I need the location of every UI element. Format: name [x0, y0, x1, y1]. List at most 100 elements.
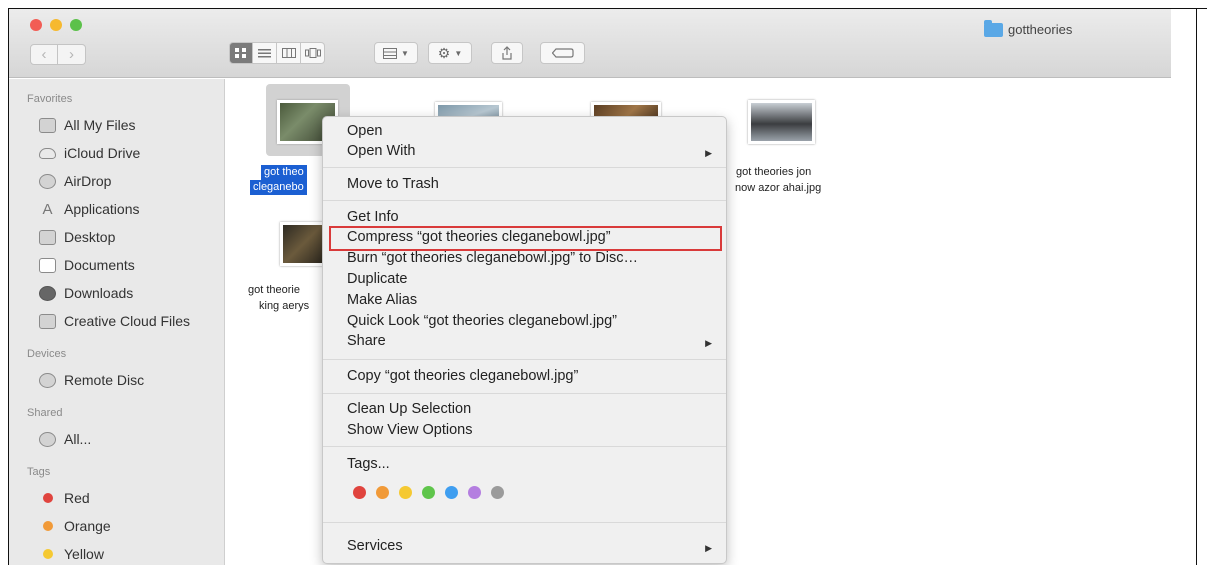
- menu-item-quick-look[interactable]: Quick Look “got theories cleganebowl.jpg…: [347, 313, 617, 329]
- airdrop-icon: [39, 173, 56, 189]
- list-view-button[interactable]: [253, 42, 277, 64]
- window-title-text: gottheories: [1008, 22, 1073, 37]
- column-view-button[interactable]: [277, 42, 301, 64]
- sidebar-item-creative-cloud-files[interactable]: Creative Cloud Files: [39, 310, 190, 332]
- share-button[interactable]: [491, 42, 523, 64]
- tag-color-row: [353, 486, 504, 499]
- sidebar-item-tag-red[interactable]: Red: [39, 487, 90, 509]
- menu-separator: [323, 167, 726, 168]
- sidebar-item-label: Desktop: [64, 229, 116, 245]
- folder-icon: [39, 313, 56, 329]
- arrange-icon: [383, 47, 398, 59]
- sidebar-item-label: All...: [64, 431, 92, 447]
- minimize-window-button[interactable]: [50, 19, 62, 31]
- disc-icon: [39, 372, 56, 388]
- action-button[interactable]: ⚙ ▼: [428, 42, 472, 64]
- submenu-arrow-icon: ▶: [705, 338, 712, 348]
- menu-item-share[interactable]: Share: [347, 333, 386, 349]
- sidebar-item-tag-yellow[interactable]: Yellow: [39, 543, 104, 565]
- menu-item-compress[interactable]: Compress “got theories cleganebowl.jpg”: [347, 229, 611, 245]
- sidebar-item-airdrop[interactable]: AirDrop: [39, 170, 111, 192]
- file-name[interactable]: got theories jon: [736, 165, 811, 180]
- sidebar-item-label: Yellow: [64, 546, 104, 562]
- menu-item-move-to-trash[interactable]: Move to Trash: [347, 176, 439, 192]
- chevron-down-icon: ▼: [454, 48, 463, 58]
- file-name-selected[interactable]: got theo: [261, 165, 307, 180]
- menu-item-open-with[interactable]: Open With: [347, 143, 707, 159]
- file-name[interactable]: got theorie: [248, 283, 300, 298]
- menu-item-copy[interactable]: Copy “got theories cleganebowl.jpg”: [347, 368, 578, 384]
- forward-button[interactable]: ›: [58, 44, 86, 65]
- tag-color-purple[interactable]: [468, 486, 481, 499]
- menu-separator: [323, 446, 726, 447]
- menu-item-show-view-options[interactable]: Show View Options: [347, 422, 472, 438]
- documents-icon: [39, 257, 56, 273]
- close-window-button[interactable]: [30, 19, 42, 31]
- sidebar-item-label: iCloud Drive: [64, 145, 141, 161]
- desktop-icon: [39, 229, 56, 245]
- sidebar-item-desktop[interactable]: Desktop: [39, 226, 115, 248]
- sidebar-item-applications[interactable]: A Applications: [39, 198, 140, 220]
- context-menu: Open Open With ▶ Move to Trash Get Info …: [322, 116, 727, 564]
- shared-header: Shared: [27, 407, 63, 419]
- menu-item-make-alias[interactable]: Make Alias: [347, 292, 417, 308]
- icon-view-icon: [235, 48, 246, 58]
- tag-color-orange[interactable]: [376, 486, 389, 499]
- file-name[interactable]: king aerys: [259, 299, 309, 314]
- menu-item-tags[interactable]: Tags...: [347, 456, 390, 472]
- menu-item-duplicate[interactable]: Duplicate: [347, 271, 407, 287]
- tag-icon: [551, 48, 574, 58]
- tag-color-blue[interactable]: [445, 486, 458, 499]
- gear-icon: ⚙: [437, 44, 451, 61]
- menu-item-services[interactable]: Services: [347, 538, 403, 554]
- chevron-down-icon: ▼: [401, 48, 409, 58]
- navigation-buttons: ‹ ›: [30, 44, 86, 65]
- sidebar-item-label: Red: [64, 490, 90, 506]
- menu-item-label: Open With: [347, 143, 416, 159]
- menu-item-clean-up-selection[interactable]: Clean Up Selection: [347, 401, 471, 417]
- menu-separator: [323, 522, 726, 523]
- network-icon: [39, 431, 56, 447]
- toolbar: ‹ › ▼ ⚙ ▼ gottheories: [9, 9, 1171, 78]
- sidebar-item-all-my-files[interactable]: All My Files: [39, 114, 136, 136]
- sidebar-item-downloads[interactable]: Downloads: [39, 282, 133, 304]
- list-view-icon: [258, 49, 271, 58]
- menu-item-get-info[interactable]: Get Info: [347, 209, 399, 225]
- sidebar-item-shared-all[interactable]: All...: [39, 428, 91, 450]
- menu-separator: [323, 200, 726, 201]
- icon-view-button[interactable]: [229, 42, 253, 64]
- tag-color-red[interactable]: [353, 486, 366, 499]
- submenu-arrow-icon: ▶: [705, 148, 712, 158]
- edit-tags-button[interactable]: [540, 42, 585, 64]
- finder-window: ‹ › ▼ ⚙ ▼ gottheories Favorites All My F…: [8, 8, 1207, 565]
- page-border: [1196, 8, 1197, 565]
- cover-flow-button[interactable]: [301, 42, 325, 64]
- tag-dot-icon: [43, 493, 53, 503]
- back-button[interactable]: ‹: [30, 44, 58, 65]
- sidebar-item-documents[interactable]: Documents: [39, 254, 135, 276]
- applications-icon: A: [42, 200, 53, 218]
- folder-icon: [984, 19, 1003, 37]
- sidebar-item-icloud-drive[interactable]: iCloud Drive: [39, 142, 140, 164]
- share-icon: [502, 46, 512, 60]
- tag-dot-icon: [43, 521, 53, 531]
- sidebar-item-label: Applications: [64, 201, 140, 217]
- tag-color-yellow[interactable]: [399, 486, 412, 499]
- tag-color-gray[interactable]: [491, 486, 504, 499]
- favorites-header: Favorites: [27, 93, 73, 105]
- menu-item-open[interactable]: Open: [347, 123, 382, 139]
- file-thumbnail[interactable]: [748, 100, 815, 144]
- file-name[interactable]: now azor ahai.jpg: [735, 181, 821, 196]
- view-mode-group: [229, 42, 325, 64]
- arrange-button[interactable]: ▼: [374, 42, 418, 64]
- zoom-window-button[interactable]: [70, 19, 82, 31]
- tag-color-green[interactable]: [422, 486, 435, 499]
- tags-header: Tags: [27, 466, 51, 478]
- menu-item-burn-to-disc[interactable]: Burn “got theories cleganebowl.jpg” to D…: [347, 250, 638, 266]
- sidebar-item-remote-disc[interactable]: Remote Disc: [39, 369, 144, 391]
- sidebar-item-label: AirDrop: [64, 173, 112, 189]
- sidebar-item-tag-orange[interactable]: Orange: [39, 515, 111, 537]
- file-name-selected[interactable]: cleganebo: [250, 180, 307, 195]
- sidebar-item-label: Documents: [64, 257, 135, 273]
- menu-separator: [323, 393, 726, 394]
